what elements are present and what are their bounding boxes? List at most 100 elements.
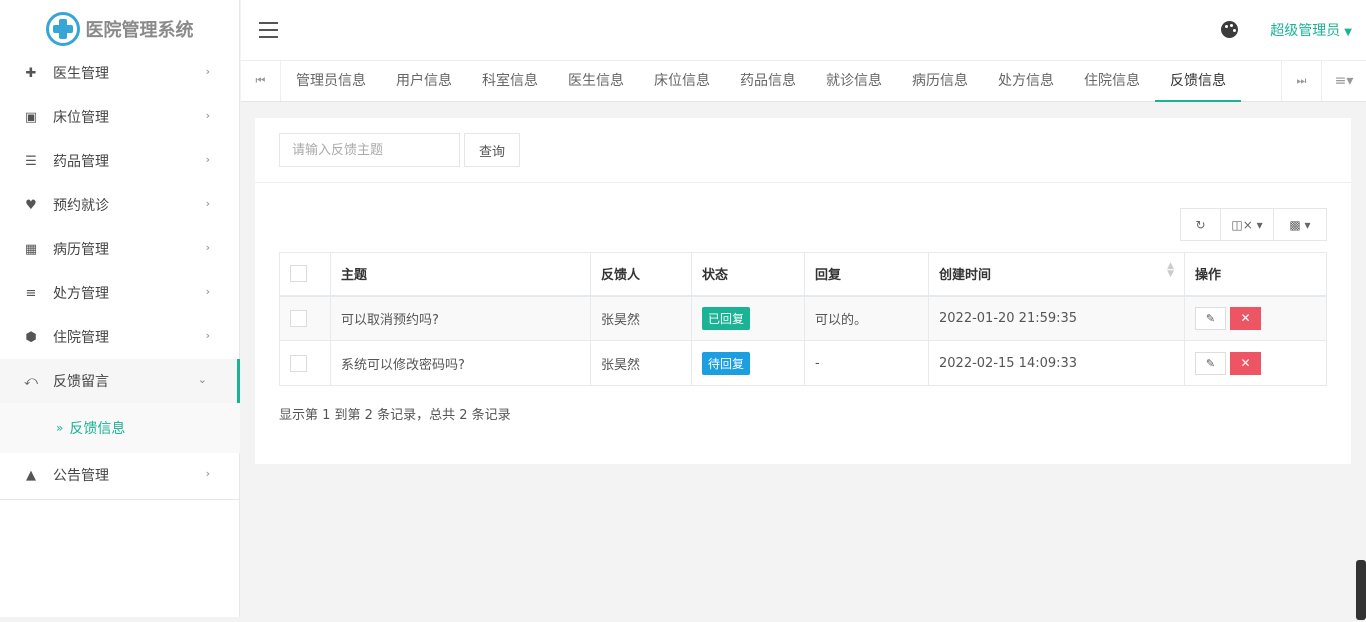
col-status[interactable]: 状态 bbox=[691, 252, 805, 297]
search-row: 查询 bbox=[255, 118, 1351, 183]
row-checkbox[interactable] bbox=[290, 354, 307, 372]
chevron-right-icon: › bbox=[205, 65, 210, 78]
sidebar-item-medicine[interactable]: ☰ 药品管理 › bbox=[0, 139, 240, 183]
sidebar-item-feedback[interactable]: ⤺ 反馈留言 ⌄ bbox=[0, 359, 240, 403]
cell-actions: ✎ ✕ bbox=[1184, 295, 1327, 341]
select-all-cell bbox=[279, 252, 331, 297]
tabs-options-button[interactable]: ≡▾ bbox=[1321, 61, 1366, 101]
col-created[interactable]: 创建时间 ▲ ▼ bbox=[928, 252, 1185, 297]
bullhorn-icon: ▲ bbox=[26, 467, 36, 483]
cell-actions: ✎ ✕ bbox=[1184, 340, 1327, 386]
newspaper-icon: ▦ bbox=[24, 241, 38, 257]
sidebar: 医院管理系统 ✚ 医生管理 › ▣ 床位管理 › ☰ 药品管理 › ♥ 预约就诊… bbox=[0, 0, 240, 617]
row-checkbox[interactable] bbox=[290, 309, 307, 327]
col-user[interactable]: 反馈人 bbox=[590, 252, 692, 297]
list-icon: ☰ bbox=[25, 153, 37, 169]
tab-visit[interactable]: 就诊信息 bbox=[811, 61, 897, 101]
cell-subject: 系统可以修改密码吗? bbox=[330, 340, 591, 386]
hamburger-menu-icon[interactable] bbox=[259, 22, 278, 43]
sidebar-item-label: 公告管理 bbox=[53, 468, 109, 484]
table-header-row: 主题 反馈人 状态 回复 创建时间 ▲ ▼ 操作 bbox=[279, 252, 1327, 297]
sidebar-item-bed[interactable]: ▣ 床位管理 › bbox=[0, 95, 240, 139]
table-toolbar: ↻ ◫× ▾ ▩ ▾ bbox=[1180, 208, 1327, 241]
chevron-right-icon: › bbox=[205, 109, 210, 122]
tab-department[interactable]: 科室信息 bbox=[467, 61, 553, 101]
delete-button[interactable]: ✕ bbox=[1230, 306, 1261, 330]
sidebar-menu: ✚ 医生管理 › ▣ 床位管理 › ☰ 药品管理 › ♥ 预约就诊 › ▦ 病历… bbox=[0, 51, 240, 500]
sidebar-item-label: 处方管理 bbox=[53, 286, 109, 302]
chevron-right-icon: › bbox=[205, 285, 210, 298]
palette-icon[interactable] bbox=[1221, 21, 1238, 38]
tabs-menu-icon: ≡▾ bbox=[1334, 73, 1354, 89]
edit-button[interactable]: ✎ bbox=[1195, 351, 1226, 375]
columns-button[interactable]: ◫× ▾ bbox=[1221, 209, 1274, 240]
tab-feedback[interactable]: 反馈信息 bbox=[1155, 61, 1241, 102]
pencil-icon: ✎ bbox=[1205, 311, 1216, 325]
tab-hospitalization[interactable]: 住院信息 bbox=[1069, 61, 1155, 101]
tab-prescription[interactable]: 处方信息 bbox=[983, 61, 1069, 101]
select-all-checkbox[interactable] bbox=[290, 265, 307, 283]
user-name: 超级管理员 bbox=[1270, 23, 1341, 39]
top-navbar: 超级管理员 ▼ bbox=[241, 0, 1366, 60]
export-button[interactable]: ▩ ▾ bbox=[1274, 209, 1326, 240]
refresh-icon: ↻ bbox=[1195, 217, 1206, 232]
pencil-icon: ✎ bbox=[1205, 356, 1216, 370]
app-title: 医院管理系统 bbox=[85, 20, 194, 41]
tab-medicine[interactable]: 药品信息 bbox=[725, 61, 811, 101]
sidebar-divider bbox=[0, 499, 240, 500]
user-menu[interactable]: 超级管理员 ▼ bbox=[1270, 20, 1352, 40]
search-input[interactable] bbox=[279, 133, 460, 167]
tabs-scroll-left-button[interactable]: ⏮ bbox=[241, 61, 281, 101]
chevron-down-icon: ⌄ bbox=[197, 373, 207, 386]
row-select-cell bbox=[279, 340, 331, 386]
sidebar-item-notice[interactable]: ▲ 公告管理 › bbox=[0, 453, 240, 497]
sidebar-subitem-feedback-info[interactable]: » 反馈信息 bbox=[0, 403, 240, 453]
chevron-right-icon: › bbox=[205, 197, 210, 210]
col-subject[interactable]: 主题 bbox=[330, 252, 591, 297]
chevron-right-icon: › bbox=[205, 467, 210, 480]
close-icon: ✕ bbox=[1240, 355, 1251, 370]
tab-records[interactable]: 病历信息 bbox=[897, 61, 983, 101]
sidebar-item-label: 药品管理 bbox=[53, 154, 109, 170]
sidebar-item-records[interactable]: ▦ 病历管理 › bbox=[0, 227, 240, 271]
cell-created: 2022-02-15 14:09:33 bbox=[928, 340, 1185, 386]
tab-doctor[interactable]: 医生信息 bbox=[553, 61, 639, 101]
delete-button[interactable]: ✕ bbox=[1230, 351, 1261, 375]
tab-admin[interactable]: 管理员信息 bbox=[281, 61, 381, 101]
col-created-label: 创建时间 bbox=[939, 268, 992, 284]
heartbeat-icon: ♥ bbox=[25, 197, 37, 213]
chevron-right-icon: › bbox=[205, 241, 210, 254]
query-button[interactable]: 查询 bbox=[464, 133, 520, 167]
caret-down-icon: ▼ bbox=[1344, 27, 1352, 38]
sidebar-item-label: 病历管理 bbox=[53, 242, 109, 258]
edit-button[interactable]: ✎ bbox=[1195, 306, 1226, 330]
side-scroll-widget[interactable] bbox=[1356, 560, 1366, 620]
cell-reply: - bbox=[804, 340, 929, 386]
columns-icon: ◫× ▾ bbox=[1231, 217, 1263, 232]
close-icon: ✕ bbox=[1240, 310, 1251, 325]
sidebar-item-prescription[interactable]: ≡ 处方管理 › bbox=[0, 271, 240, 315]
row-select-cell bbox=[279, 295, 331, 341]
status-badge: 待回复 bbox=[702, 351, 751, 375]
sort-icon[interactable]: ▲ ▼ bbox=[1167, 262, 1174, 279]
refresh-button[interactable]: ↻ bbox=[1181, 209, 1221, 240]
tab-bed[interactable]: 床位信息 bbox=[639, 61, 725, 101]
sidebar-item-hospitalization[interactable]: ⬢ 住院管理 › bbox=[0, 315, 240, 359]
tabs-scroll-right-button[interactable]: ⏭ bbox=[1281, 61, 1321, 101]
hospital-cross-icon bbox=[45, 12, 80, 46]
cell-created: 2022-01-20 21:59:35 bbox=[928, 295, 1185, 341]
chevron-right-icon: › bbox=[205, 153, 210, 166]
sidebar-item-doctor[interactable]: ✚ 医生管理 › bbox=[0, 51, 240, 95]
sidebar-item-label: 医生管理 bbox=[53, 66, 109, 82]
tab-user[interactable]: 用户信息 bbox=[381, 61, 467, 101]
sidebar-item-label: 住院管理 bbox=[53, 330, 109, 346]
list-check-icon: ≡ bbox=[25, 285, 37, 301]
user-plus-icon: ✚ bbox=[25, 65, 37, 81]
logo[interactable]: 医院管理系统 bbox=[0, 0, 239, 58]
forward-step-icon: ⏭ bbox=[1296, 74, 1307, 87]
col-reply[interactable]: 回复 bbox=[804, 252, 929, 297]
export-file-icon: ▩ ▾ bbox=[1289, 217, 1311, 232]
cell-reply: 可以的。 bbox=[804, 295, 929, 341]
sidebar-item-appointment[interactable]: ♥ 预约就诊 › bbox=[0, 183, 240, 227]
double-chevron-right-icon: » bbox=[56, 421, 64, 435]
